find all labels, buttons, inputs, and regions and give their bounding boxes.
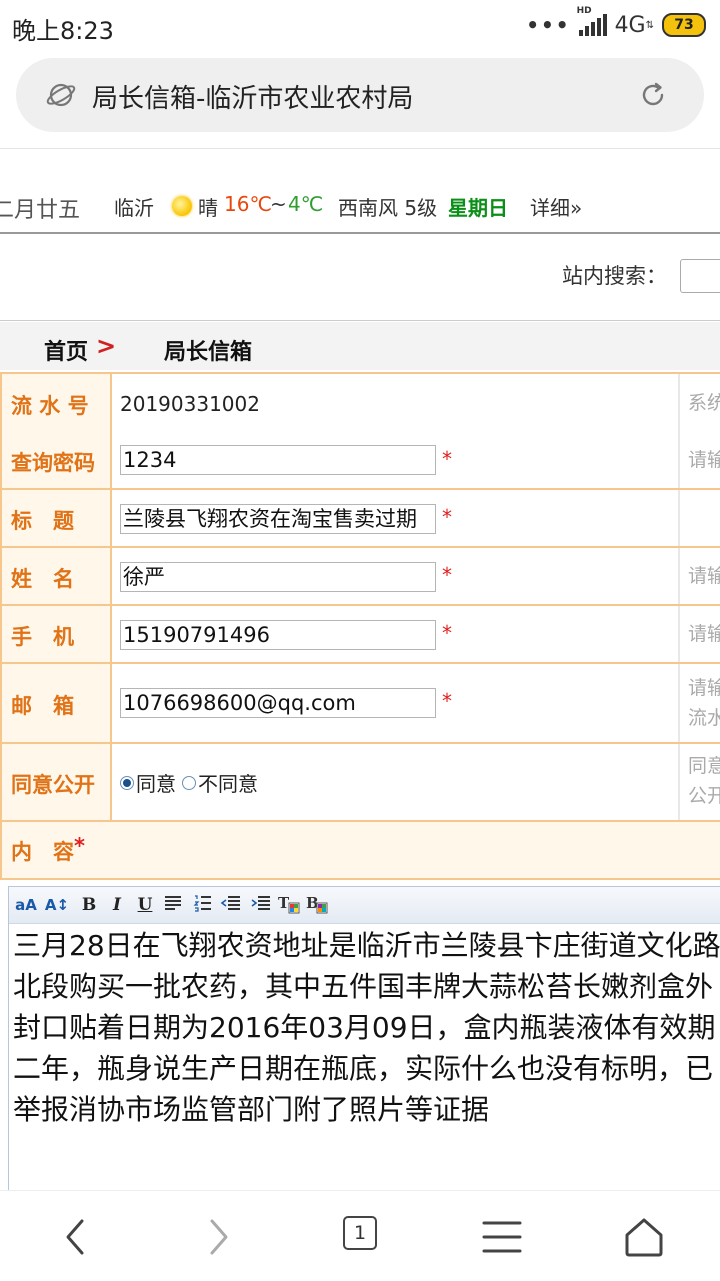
sun-icon: [172, 196, 192, 216]
lunar-date: 二月廿五: [0, 198, 81, 223]
temp-separator: ~: [270, 192, 287, 216]
weather-details-link[interactable]: 详细»: [530, 192, 582, 221]
agree-radio-label[interactable]: 同意: [136, 768, 176, 797]
page-title: 局长信箱-临沂市农业农村局: [92, 84, 414, 114]
disagree-radio[interactable]: [182, 775, 196, 790]
align-icon[interactable]: [161, 893, 185, 917]
site-search-label: 站内搜索：: [562, 264, 667, 288]
temp-high: 16℃: [224, 192, 272, 216]
name-required-mark: *: [442, 563, 452, 587]
breadcrumb-separator: >: [96, 332, 117, 360]
menu-icon[interactable]: [478, 1213, 526, 1261]
svg-text:T: T: [278, 894, 290, 912]
weekday: 星期日: [448, 196, 508, 220]
breadcrumb-home-link[interactable]: 首页: [44, 334, 88, 366]
temp-low: 4℃: [288, 192, 324, 216]
name-hint: 请输: [688, 565, 720, 587]
font-family-icon[interactable]: aA: [11, 893, 41, 917]
back-icon[interactable]: [52, 1213, 100, 1261]
public-radio-group: 同意 不同意: [120, 768, 258, 797]
form-row-public: 同意公开 同意 不同意 同意 公开: [0, 744, 720, 822]
editor-toolbar: aA A↕ B I U T B: [9, 887, 720, 924]
serial-label: 流 水 号: [11, 394, 89, 418]
background-color-icon[interactable]: B: [305, 893, 329, 917]
site-search-input[interactable]: [680, 259, 720, 293]
form-row-content: 内 容 *: [0, 822, 720, 880]
email-hint-line1: 请输: [688, 677, 720, 699]
weather-bar: 二月廿五 临沂 晴 16℃ ~ 4℃ 西南风 5级 星期日 详细»: [0, 188, 720, 224]
forward-icon[interactable]: [194, 1213, 242, 1261]
weather-condition: 晴: [198, 196, 218, 220]
breadcrumb-current: 局长信箱: [164, 340, 253, 365]
disagree-radio-label[interactable]: 不同意: [198, 768, 258, 797]
agree-radio[interactable]: [120, 775, 134, 790]
form-row-serial: 流 水 号 20190331002 系统: [0, 372, 720, 434]
title-required-mark: *: [442, 505, 452, 529]
underline-icon[interactable]: U: [133, 893, 157, 917]
serial-value: 20190331002: [120, 392, 260, 416]
signal-icon: HD: [577, 6, 607, 36]
email-input[interactable]: 1076698600@qq.com: [120, 688, 436, 718]
serial-hint: 系统: [688, 392, 720, 414]
network-type: 4G: [614, 12, 646, 38]
email-label: 邮 箱: [11, 694, 74, 718]
content-label: 内 容: [11, 840, 74, 864]
status-icons: ••• HD 4G ⇅ 73: [526, 6, 706, 40]
password-label: 查询密码: [11, 451, 95, 475]
tabs-icon[interactable]: 1: [343, 1216, 377, 1250]
more-dots-icon: •••: [526, 13, 571, 37]
phone-label: 手 机: [11, 625, 74, 649]
content-required-mark: *: [74, 834, 85, 858]
public-label: 同意公开: [11, 773, 95, 797]
ordered-list-icon[interactable]: [191, 893, 215, 917]
weather-city: 临沂: [114, 196, 154, 220]
divider: [0, 148, 720, 149]
planet-icon: [46, 83, 76, 107]
form-row-title: 标 题 兰陵县飞翔农资在淘宝售卖过期 *: [0, 490, 720, 548]
italic-icon[interactable]: I: [105, 893, 129, 917]
reload-icon[interactable]: [638, 80, 668, 110]
divider: [0, 320, 720, 321]
public-hint-line2: 公开: [688, 785, 720, 807]
status-time: 晚上8:23: [12, 17, 114, 45]
phone-required-mark: *: [442, 621, 452, 645]
rich-text-editor: aA A↕ B I U T B 三月28日在飞翔农资地址是临沂市兰陵县卞庄街道文…: [8, 886, 720, 1198]
phone-input[interactable]: 15190791496: [120, 620, 436, 650]
address-bar[interactable]: 局长信箱-临沂市农业农村局: [16, 58, 704, 132]
password-input[interactable]: 1234: [120, 445, 436, 475]
outdent-icon[interactable]: [219, 893, 243, 917]
hd-label: HD: [576, 6, 592, 16]
text-color-icon[interactable]: T: [277, 893, 301, 917]
form-row-name: 姓 名 徐严 * 请输: [0, 548, 720, 606]
weather-wind: 西南风 5级: [338, 196, 438, 220]
form-row-email: 邮 箱 1076698600@qq.com * 请输 流水: [0, 664, 720, 744]
indent-icon[interactable]: [249, 893, 273, 917]
email-required-mark: *: [442, 689, 452, 713]
content-textarea[interactable]: 三月28日在飞翔农资地址是临沂市兰陵县卞庄街道文化路北段购买一批农药，其中五件国…: [13, 925, 720, 1130]
breadcrumb: 首页 > 局长信箱: [0, 322, 720, 370]
home-icon[interactable]: [620, 1213, 668, 1261]
form-row-password: 查询密码 1234 * 请输: [0, 432, 720, 490]
bold-icon[interactable]: B: [77, 893, 101, 917]
name-input[interactable]: 徐严: [120, 562, 436, 592]
divider: [0, 232, 720, 234]
phone-hint: 请输: [688, 623, 720, 645]
email-hint-line2: 流水: [688, 707, 720, 729]
password-required-mark: *: [442, 447, 452, 471]
title-input[interactable]: 兰陵县飞翔农资在淘宝售卖过期: [120, 504, 436, 534]
font-size-icon[interactable]: A↕: [43, 893, 71, 917]
data-arrows-icon: ⇅: [645, 19, 654, 31]
status-bar: 晚上8:23 ••• HD 4G ⇅ 73: [0, 0, 720, 52]
title-label: 标 题: [11, 509, 74, 533]
battery-icon: 73: [662, 13, 706, 37]
public-hint-line1: 同意: [688, 755, 720, 777]
name-label: 姓 名: [11, 567, 74, 591]
password-hint: 请输: [688, 449, 720, 471]
form-row-phone: 手 机 15190791496 * 请输: [0, 606, 720, 664]
